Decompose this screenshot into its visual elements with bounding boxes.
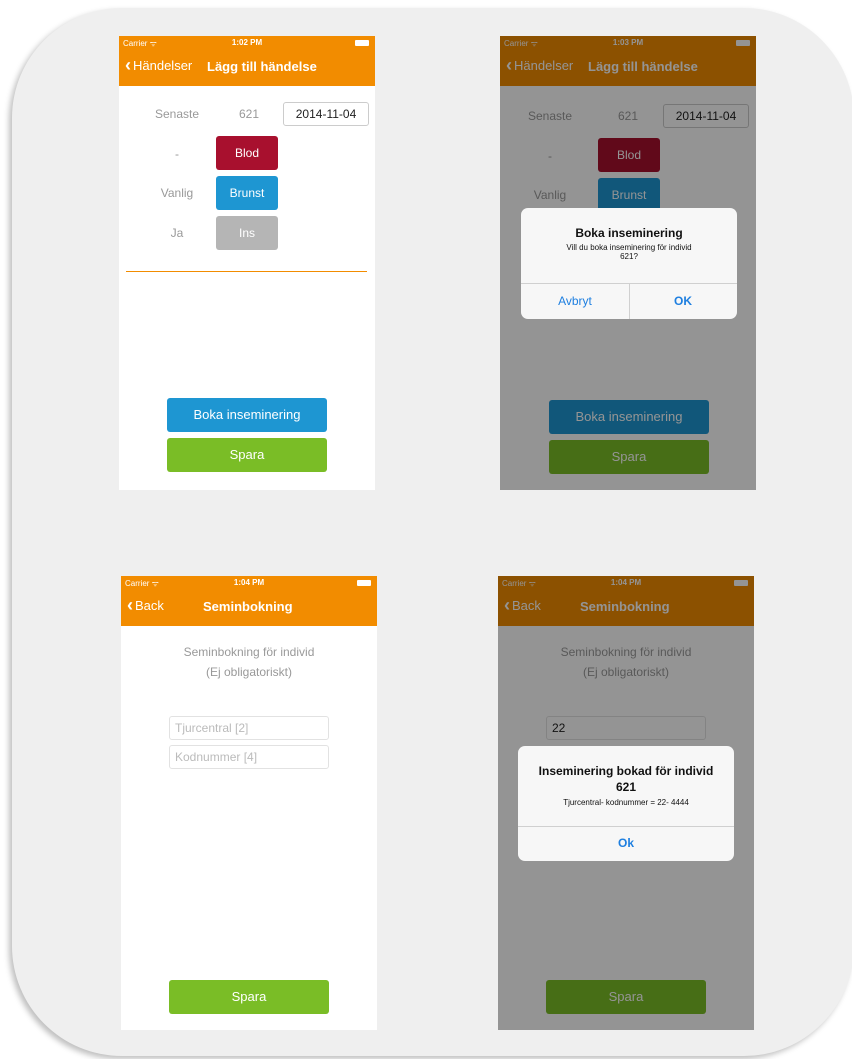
dialog-title-line1: Inseminering bokad för individ bbox=[538, 764, 714, 778]
status-bar: Carrier ᯤ 1:02 PM bbox=[119, 36, 375, 50]
back-button[interactable]: ‹ Back bbox=[127, 595, 164, 615]
dialog-message-line2: 621? bbox=[620, 252, 638, 261]
screen-3: Carrier ᯤ 1:04 PM ‹ Back Seminbokning Se… bbox=[121, 576, 377, 1030]
ok-button[interactable]: OK bbox=[629, 294, 737, 308]
row-label-brunst: Vanlig bbox=[160, 186, 194, 200]
spara-button[interactable]: Spara bbox=[167, 438, 327, 472]
back-label: Händelser bbox=[133, 58, 193, 73]
navigation-bar: Carrier ᯤ 1:04 PM ‹ Back Seminbokning bbox=[121, 576, 377, 626]
screen-1: Carrier ᯤ 1:02 PM ‹ Händelser Lägg till … bbox=[119, 36, 375, 490]
page-title: Seminbokning bbox=[203, 599, 293, 614]
info-dialog: Inseminering bokad för individ 621 Tjurc… bbox=[518, 746, 734, 861]
heading-line1: Seminbokning för individ bbox=[183, 645, 315, 659]
chevron-left-icon: ‹ bbox=[127, 595, 133, 615]
screen-2: Carrier ᯤ 1:03 PM ‹ Händelser Lägg till … bbox=[500, 36, 756, 490]
brunst-button[interactable]: Brunst bbox=[216, 176, 278, 210]
individ-number: 621 bbox=[238, 107, 260, 121]
back-label: Back bbox=[135, 598, 164, 613]
heading-line2: (Ej obligatoriskt) bbox=[205, 665, 293, 679]
ok-button[interactable]: Ok bbox=[518, 836, 734, 850]
chevron-left-icon: ‹ bbox=[125, 55, 131, 75]
row-label-ins: Ja bbox=[170, 226, 184, 240]
spara-button[interactable]: Spara bbox=[169, 980, 329, 1014]
row-label-blod: - bbox=[175, 147, 179, 161]
kodnummer-input[interactable]: Kodnummer [4] bbox=[169, 745, 329, 769]
ins-button[interactable]: Ins bbox=[216, 216, 278, 250]
back-button[interactable]: ‹ Händelser bbox=[125, 55, 193, 75]
battery-icon bbox=[357, 580, 371, 586]
cancel-button[interactable]: Avbryt bbox=[521, 294, 629, 308]
battery-icon bbox=[355, 40, 369, 46]
status-time: 1:02 PM bbox=[231, 38, 263, 47]
dialog-message-line1: Vill du boka inseminering för individ bbox=[566, 243, 692, 252]
divider bbox=[126, 271, 367, 272]
tjurcentral-input[interactable]: Tjurcentral [2] bbox=[169, 716, 329, 740]
navigation-bar: Carrier ᯤ 1:02 PM ‹ Händelser Lägg till … bbox=[119, 36, 375, 86]
page-title: Lägg till händelse bbox=[207, 59, 317, 74]
blod-button[interactable]: Blod bbox=[216, 136, 278, 170]
senaste-label: Senaste bbox=[154, 107, 200, 121]
status-time: 1:04 PM bbox=[233, 578, 265, 587]
boka-inseminering-button[interactable]: Boka inseminering bbox=[167, 398, 327, 432]
status-bar: Carrier ᯤ 1:04 PM bbox=[121, 576, 377, 590]
dialog-title-line2: 621 bbox=[615, 780, 637, 794]
confirm-dialog: Boka inseminering Vill du boka inseminer… bbox=[521, 208, 737, 319]
dialog-title: Boka inseminering bbox=[575, 226, 683, 240]
date-field[interactable]: 2014-11-04 bbox=[283, 102, 369, 126]
dialog-message: Tjurcentral- kodnummer = 22- 4444 bbox=[563, 798, 689, 807]
screen-4: Carrier ᯤ 1:04 PM ‹ Back Seminbokning Se… bbox=[498, 576, 754, 1030]
dialog-divider bbox=[518, 826, 734, 827]
